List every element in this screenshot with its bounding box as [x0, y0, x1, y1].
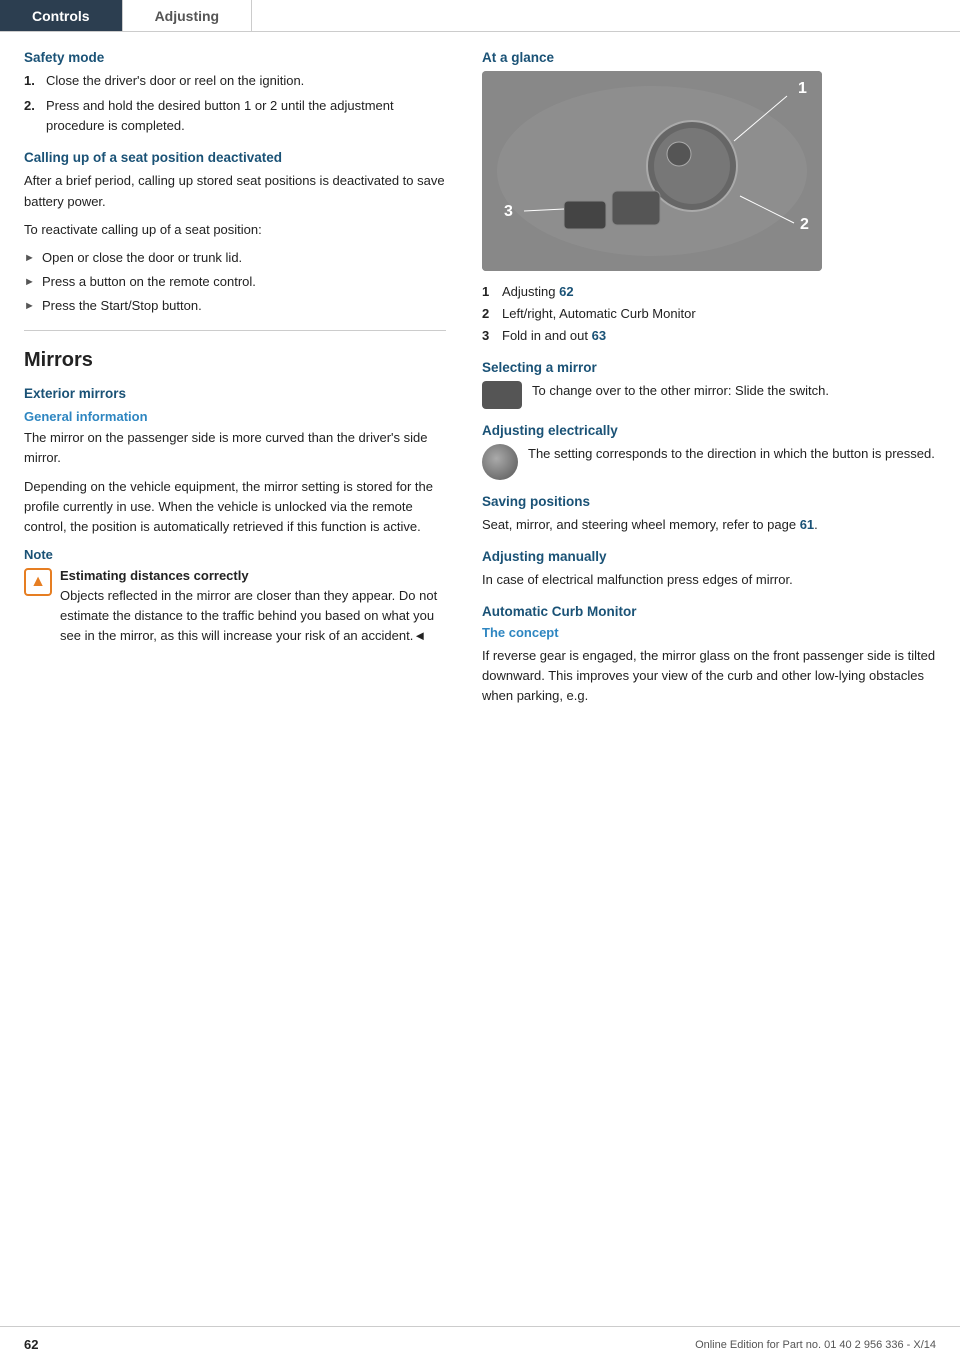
note-heading: Estimating distances correctly — [60, 568, 249, 583]
bullet-item-2: ► Press a button on the remote control. — [24, 272, 446, 292]
note-box: Note ▲ Estimating distances correctly Ob… — [24, 547, 446, 647]
right-column: At a glance 1 — [470, 50, 960, 714]
saving-positions-text: Seat, mirror, and steering wheel memory,… — [482, 515, 936, 535]
tab-adjusting[interactable]: Adjusting — [123, 0, 253, 31]
svg-text:2: 2 — [800, 216, 809, 233]
mirror-diagram: 1 2 3 — [482, 71, 822, 271]
the-concept-text: If reverse gear is engaged, the mirror g… — [482, 646, 936, 706]
calling-up-body2: To reactivate calling up of a seat posit… — [24, 220, 446, 240]
footer: 62 Online Edition for Part no. 01 40 2 9… — [0, 1326, 960, 1362]
general-info-body2: Depending on the vehicle equipment, the … — [24, 477, 446, 537]
mirrors-title: Mirrors — [24, 349, 446, 372]
selecting-mirror-title: Selecting a mirror — [482, 360, 936, 375]
adjusting-electrically-title: Adjusting electrically — [482, 423, 936, 438]
selecting-mirror-row: To change over to the other mirror: Slid… — [482, 381, 936, 409]
legend-item-1: 1 Adjusting 62 — [482, 283, 936, 301]
svg-text:1: 1 — [798, 80, 807, 97]
automatic-curb-title: Automatic Curb Monitor — [482, 604, 936, 619]
legend-item-2: 2 Left/right, Automatic Curb Monitor — [482, 305, 936, 323]
note-label: Note — [24, 547, 446, 562]
safety-mode-steps: 1. Close the driver's door or reel on th… — [24, 71, 446, 136]
calling-up-body1: After a brief period, calling up stored … — [24, 171, 446, 211]
the-concept-title: The concept — [482, 625, 936, 640]
saving-positions-link[interactable]: 61 — [800, 517, 814, 532]
legend-item-3: 3 Fold in and out 63 — [482, 327, 936, 345]
safety-mode-title: Safety mode — [24, 50, 446, 65]
footer-info: Online Edition for Part no. 01 40 2 956 … — [695, 1339, 936, 1351]
adjusting-electrically-text: The setting corresponds to the direction… — [528, 444, 935, 464]
switch-icon — [482, 381, 522, 409]
reactivate-list: ► Open or close the door or trunk lid. ►… — [24, 248, 446, 316]
general-info-body1: The mirror on the passenger side is more… — [24, 428, 446, 468]
left-column: Safety mode 1. Close the driver's door o… — [0, 50, 470, 714]
calling-up-title: Calling up of a seat position deactivate… — [24, 150, 446, 165]
general-info-title: General information — [24, 409, 446, 424]
page-number: 62 — [24, 1337, 38, 1352]
exterior-mirrors-title: Exterior mirrors — [24, 386, 446, 401]
note-body: Objects reflected in the mirror are clos… — [60, 588, 437, 643]
divider-mirrors — [24, 330, 446, 331]
tab-controls[interactable]: Controls — [0, 0, 123, 31]
at-a-glance-title: At a glance — [482, 50, 936, 65]
adjusting-manually-title: Adjusting manually — [482, 549, 936, 564]
svg-text:3: 3 — [504, 203, 513, 220]
adjusting-electrically-row: The setting corresponds to the direction… — [482, 444, 936, 480]
adjusting-manually-text: In case of electrical malfunction press … — [482, 570, 936, 590]
step-2: 2. Press and hold the desired button 1 o… — [24, 96, 446, 136]
saving-positions-title: Saving positions — [482, 494, 936, 509]
main-content: Safety mode 1. Close the driver's door o… — [0, 32, 960, 714]
note-content: ▲ Estimating distances correctly Objects… — [24, 566, 446, 647]
warning-icon: ▲ — [24, 568, 52, 596]
legend-list: 1 Adjusting 62 2 Left/right, Automatic C… — [482, 283, 936, 346]
bullet-item-3: ► Press the Start/Stop button. — [24, 296, 446, 316]
note-text: Estimating distances correctly Objects r… — [60, 566, 446, 647]
adjuster-icon — [482, 444, 518, 480]
header: Controls Adjusting — [0, 0, 960, 32]
mirror-image: 1 2 3 — [482, 71, 822, 271]
bullet-item-1: ► Open or close the door or trunk lid. — [24, 248, 446, 268]
selecting-mirror-text: To change over to the other mirror: Slid… — [532, 381, 829, 401]
step-1: 1. Close the driver's door or reel on th… — [24, 71, 446, 91]
